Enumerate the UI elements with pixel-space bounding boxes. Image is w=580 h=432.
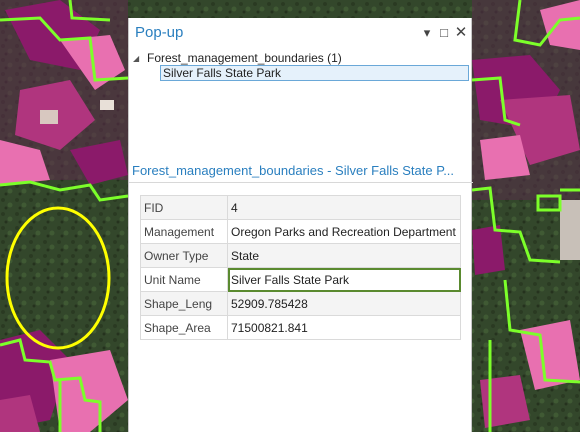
field-value[interactable]: 52909.785428 xyxy=(227,291,461,316)
field-value[interactable]: 71500821.841 xyxy=(227,315,461,340)
table-row: Unit Name Silver Falls State Park xyxy=(140,267,461,292)
table-row: FID 4 xyxy=(140,195,461,220)
pane-options-icon[interactable]: ▾ xyxy=(419,24,435,42)
tree-layer-node[interactable]: ◢ Forest_management_boundaries (1) xyxy=(133,50,342,66)
popup-header: Pop-up ▾ □ ✕ xyxy=(129,18,471,50)
field-value[interactable]: Oregon Parks and Recreation Department xyxy=(227,219,461,244)
divider xyxy=(129,182,473,183)
tree-feature-item[interactable]: Silver Falls State Park xyxy=(160,65,469,81)
table-row: Management Oregon Parks and Recreation D… xyxy=(140,219,461,244)
field-value[interactable]: State xyxy=(227,243,461,268)
field-name: FID xyxy=(140,195,228,220)
detail-title: Forest_management_boundaries - Silver Fa… xyxy=(132,163,455,178)
close-icon[interactable]: ✕ xyxy=(453,24,469,42)
field-value[interactable]: 4 xyxy=(227,195,461,220)
maximize-icon[interactable]: □ xyxy=(436,24,452,42)
field-name: Unit Name xyxy=(140,267,228,292)
feature-tree: ◢ Forest_management_boundaries (1) Silve… xyxy=(129,50,473,168)
attribute-table: FID 4 Management Oregon Parks and Recrea… xyxy=(140,195,461,340)
table-row: Shape_Leng 52909.785428 xyxy=(140,291,461,316)
collapse-arrow-icon[interactable]: ◢ xyxy=(133,54,143,63)
field-value-selected[interactable]: Silver Falls State Park xyxy=(227,267,461,292)
table-row: Owner Type State xyxy=(140,243,461,268)
field-name: Shape_Leng xyxy=(140,291,228,316)
table-row: Shape_Area 71500821.841 xyxy=(140,315,461,340)
popup-pane: Pop-up ▾ □ ✕ ◢ Forest_management_boundar… xyxy=(128,18,473,432)
field-name: Owner Type xyxy=(140,243,228,268)
field-name: Management xyxy=(140,219,228,244)
popup-title: Pop-up xyxy=(135,24,184,41)
field-name: Shape_Area xyxy=(140,315,228,340)
layer-label: Forest_management_boundaries (1) xyxy=(147,51,342,65)
